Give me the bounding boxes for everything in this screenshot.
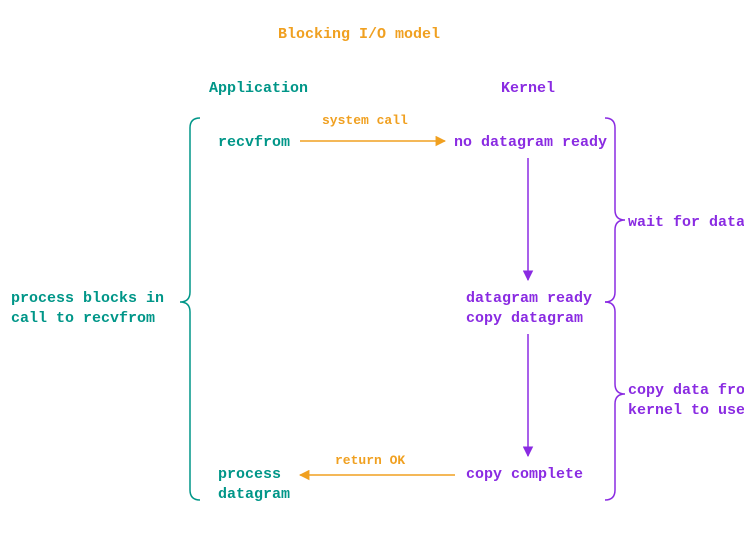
diagram-svg (0, 0, 744, 534)
brace-right-top (605, 118, 625, 302)
brace-left (180, 118, 200, 500)
brace-right-bottom (605, 302, 625, 500)
